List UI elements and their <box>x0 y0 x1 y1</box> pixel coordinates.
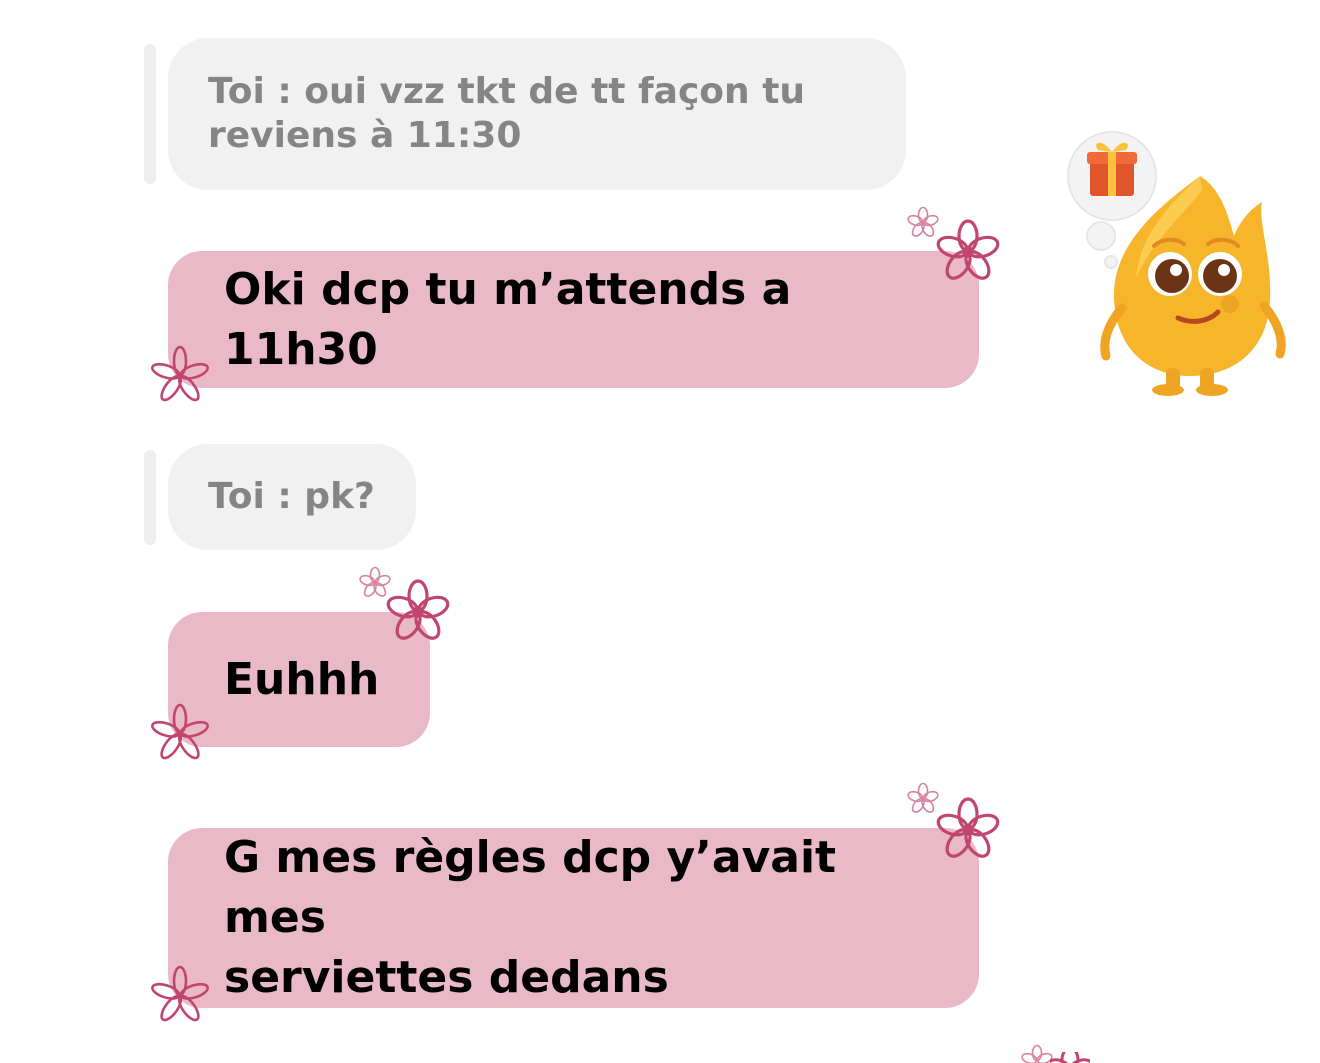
flame-mascot-sticker <box>1062 128 1292 398</box>
quoted-reply-text: Toi : pk? <box>208 476 375 517</box>
flower-sticker-icon <box>148 702 212 766</box>
flower-sticker-icon <box>906 206 940 240</box>
quoted-reply[interactable]: Toi : pk? <box>168 444 416 550</box>
message-bubble[interactable]: G mes règles dcp y’avait mes serviettes … <box>168 828 979 1008</box>
flower-sticker-icon <box>934 796 1002 864</box>
flower-sticker-icon <box>934 218 1002 286</box>
message-bubble[interactable]: Oki dcp tu m’attends a 11h30 <box>168 251 979 388</box>
quoted-reply[interactable]: Toi : oui vzz tkt de tt façon tu reviens… <box>168 38 906 190</box>
quoted-reply-text: Toi : oui vzz tkt de tt façon tu reviens… <box>208 71 806 156</box>
flower-sticker-icon <box>148 964 212 1028</box>
quote-bar <box>144 44 156 184</box>
flower-sticker-icon <box>384 578 452 646</box>
message-text: G mes règles dcp y’avait mes serviettes … <box>224 832 837 1003</box>
flower-sticker-icon <box>1020 1044 1054 1063</box>
message-text: Euhhh <box>224 653 380 705</box>
message-text: Oki dcp tu m’attends a 11h30 <box>224 263 792 375</box>
chat-screen: Toi : oui vzz tkt de tt façon tu reviens… <box>0 0 1320 1063</box>
quote-bar <box>144 450 156 545</box>
flower-sticker-icon <box>358 566 392 600</box>
flower-sticker-icon <box>906 782 940 816</box>
flower-sticker-icon <box>1050 1052 1090 1063</box>
flower-sticker-icon <box>148 344 212 408</box>
